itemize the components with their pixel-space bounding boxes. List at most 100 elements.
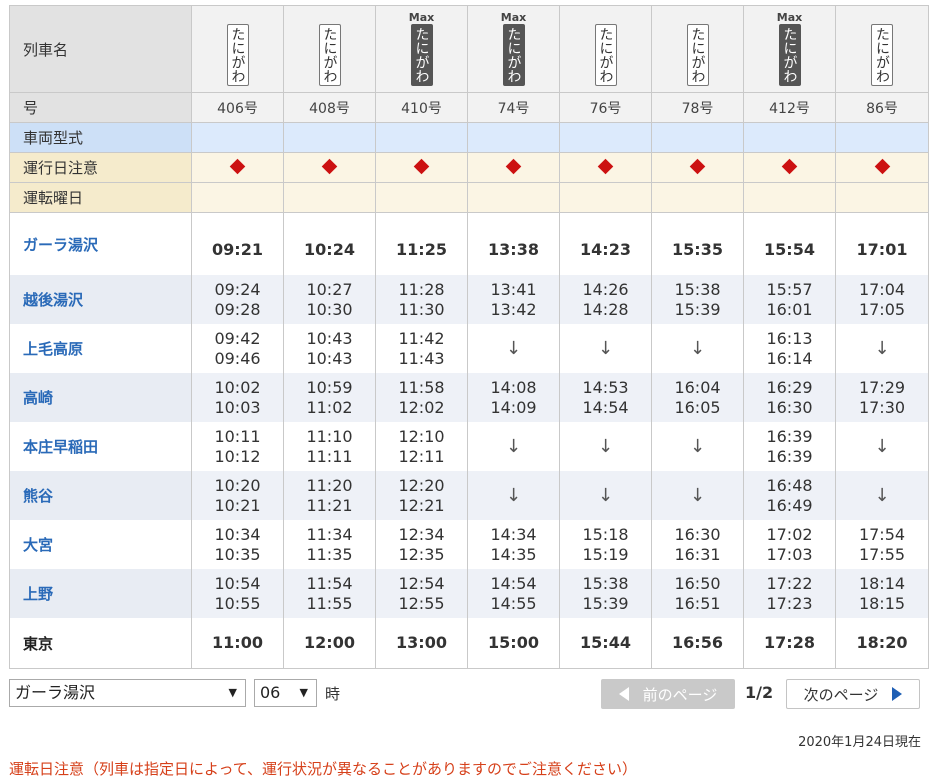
station-row: 上毛高原 09:42 09:46 10:43 10:43 11:42 11:43 ↓ ↓ ↓ 16:…	[9, 324, 929, 373]
car-type-cell	[559, 122, 652, 153]
time-value: 17:22	[766, 573, 813, 593]
station-name[interactable]: 本庄早稲田	[9, 422, 192, 471]
train-badge[interactable]: Maxたにがわ	[468, 12, 559, 86]
train-badge[interactable]: Maxたにがわ	[192, 12, 283, 86]
station-row: 上野 10:54 10:55 11:54 11:55 12:54 12:55 14:54 14:…	[9, 569, 929, 618]
time-cell: 12:34 12:35	[375, 520, 468, 569]
train-number: 410号	[375, 92, 468, 123]
time-cell: 15:44	[559, 618, 652, 669]
time-cell: ↓	[835, 422, 929, 471]
time-value: 16:56	[672, 633, 723, 652]
date-note-cell	[467, 152, 560, 183]
station-name[interactable]: 熊谷	[9, 471, 192, 520]
time-cell: 10:24	[283, 212, 376, 275]
time-cell: 10:02 10:03	[191, 373, 284, 422]
time-value: 17:01	[856, 240, 908, 259]
hour-select[interactable]: 06 ▼	[254, 679, 317, 707]
train-badge[interactable]: Maxたにがわ	[836, 12, 928, 86]
train-badge[interactable]: Maxたにがわ	[284, 12, 375, 86]
pass-arrow: ↓	[505, 435, 522, 457]
station-name[interactable]: 高崎	[9, 373, 192, 422]
time-value: 11:55	[306, 593, 353, 613]
time-value: 12:55	[398, 593, 445, 613]
triangle-right-icon	[892, 687, 903, 701]
time-value: 16:14	[766, 348, 813, 368]
time-cell: 16:50 16:51	[651, 569, 744, 618]
time-value: 16:51	[674, 593, 721, 613]
time-value: 16:29	[766, 377, 813, 397]
time-value: 09:28	[214, 299, 261, 319]
time-cell: ↓	[651, 471, 744, 520]
chevron-down-icon: ▼	[299, 686, 308, 699]
time-cell: ↓	[559, 471, 652, 520]
time-cell: 15:54	[743, 212, 836, 275]
time-value: 15:18	[582, 524, 629, 544]
station-name[interactable]: 上毛高原	[9, 324, 192, 373]
time-cell: 16:13 16:14	[743, 324, 836, 373]
time-cell: 17:29 17:30	[835, 373, 929, 422]
train-name-cell: Maxたにがわ	[559, 5, 652, 93]
time-value: 10:43	[306, 328, 353, 348]
weekdays-cell	[191, 182, 284, 213]
pass-arrow: ↓	[505, 484, 522, 506]
weekdays-label: 運転曜日	[9, 182, 192, 213]
time-cell: 15:18 15:19	[559, 520, 652, 569]
time-cell: 16:29 16:30	[743, 373, 836, 422]
station-select[interactable]: ガーラ湯沢 ▼	[9, 679, 246, 707]
time-cell: 11:54 11:55	[283, 569, 376, 618]
time-value: 16:04	[674, 377, 721, 397]
time-value: 10:24	[304, 240, 355, 259]
time-value: 10:59	[306, 377, 353, 397]
time-value: 14:54	[490, 573, 537, 593]
station-name[interactable]: 越後湯沢	[9, 275, 192, 324]
time-value: 14:08	[490, 377, 537, 397]
pass-arrow: ↓	[505, 337, 522, 359]
station-name[interactable]: 大宮	[9, 520, 192, 569]
time-cell: 09:21	[191, 212, 284, 275]
pass-arrow: ↓	[689, 484, 706, 506]
weekdays-cell	[467, 182, 560, 213]
train-badge[interactable]: Maxたにがわ	[560, 12, 651, 86]
next-page-button[interactable]: 次のページ	[786, 679, 920, 709]
time-value: 12:10	[398, 426, 445, 446]
time-cell: 11:34 11:35	[283, 520, 376, 569]
train-badge[interactable]: Maxたにがわ	[376, 12, 467, 86]
time-cell: ↓	[835, 471, 929, 520]
station-name[interactable]: 上野	[9, 569, 192, 618]
time-value: 16:05	[674, 397, 721, 417]
time-value: 15:39	[674, 299, 721, 319]
time-value: 14:53	[582, 377, 629, 397]
time-value: 14:26	[582, 279, 629, 299]
time-value: 14:54	[582, 397, 629, 417]
pass-arrow: ↓	[874, 337, 890, 359]
train-badge[interactable]: Maxたにがわ	[744, 12, 835, 86]
time-cell: 09:24 09:28	[191, 275, 284, 324]
train-name-cell: Maxたにがわ	[835, 5, 929, 93]
time-cell: 12:54 12:55	[375, 569, 468, 618]
time-cell: 11:25	[375, 212, 468, 275]
time-cell: ↓	[651, 422, 744, 471]
station-name[interactable]: ガーラ湯沢	[9, 212, 192, 275]
time-value: 17:03	[766, 544, 813, 564]
train-name-badge: たにがわ	[318, 24, 341, 86]
time-value: 11:43	[398, 348, 445, 368]
time-cell: 17:22 17:23	[743, 569, 836, 618]
time-cell: 13:00	[375, 618, 468, 669]
time-value: 15:35	[672, 240, 723, 259]
time-value: 16:50	[674, 573, 721, 593]
time-cell: 16:39 16:39	[743, 422, 836, 471]
pass-arrow: ↓	[689, 337, 706, 359]
time-cell: 13:41 13:42	[467, 275, 560, 324]
time-value: 09:42	[214, 328, 261, 348]
time-value: 18:14	[858, 573, 906, 593]
as-of-date: 2020年1月24日現在	[798, 735, 921, 750]
max-label: Max	[500, 11, 527, 24]
time-cell: ↓	[467, 422, 560, 471]
time-value: 11:02	[306, 397, 353, 417]
time-value: 14:55	[490, 593, 537, 613]
station-row: 大宮 10:34 10:35 11:34 11:35 12:34 12:35 14:34 14:…	[9, 520, 929, 569]
train-badge[interactable]: Maxたにがわ	[652, 12, 743, 86]
station-row: 熊谷 10:20 10:21 11:20 11:21 12:20 12:21 ↓ ↓ ↓ 16:48…	[9, 471, 929, 520]
prev-page-button[interactable]: 前のページ	[601, 679, 735, 709]
time-cell: 11:10 11:11	[283, 422, 376, 471]
